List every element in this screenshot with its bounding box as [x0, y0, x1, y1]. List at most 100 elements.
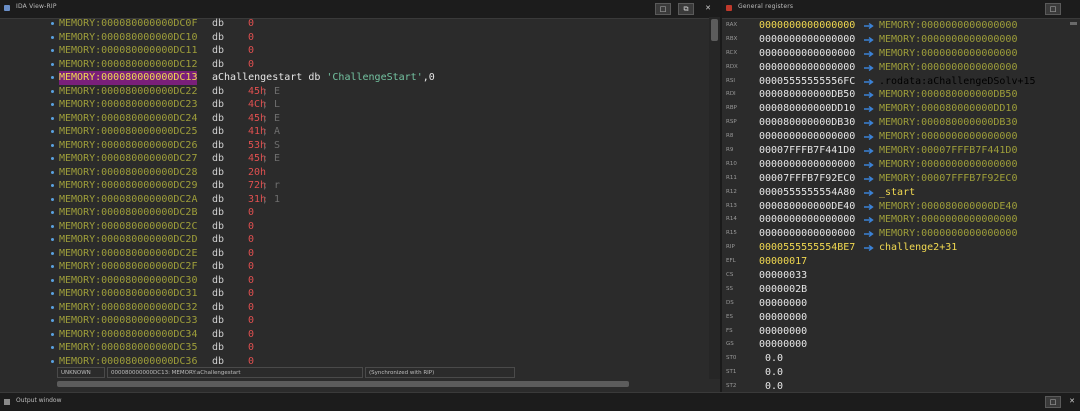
registers-maximize-button[interactable]: □ — [1045, 3, 1061, 15]
disassembly-line[interactable]: MEMORY:000080000000DC2B db 0 — [0, 206, 708, 220]
disassembly-line[interactable]: MEMORY:000080000000DC2F db 0 — [0, 260, 708, 274]
register-value[interactable]: 000080000000DB50 — [759, 88, 855, 102]
register-value[interactable]: 0000000000000000 — [759, 33, 855, 47]
line-address[interactable]: MEMORY:000080000000DC2B — [59, 206, 197, 220]
breakpoint-dot-icon[interactable] — [51, 143, 54, 147]
line-address[interactable]: MEMORY:000080000000DC22 — [59, 85, 197, 99]
register-row[interactable]: CS 00000033 — [722, 269, 1080, 283]
register-value[interactable]: 00000000 — [759, 297, 807, 311]
register-value[interactable]: 0000555555554A80 — [759, 186, 855, 200]
line-address[interactable]: MEMORY:000080000000DC27 — [59, 152, 197, 166]
jump-arrow-icon[interactable] — [863, 245, 874, 252]
register-target[interactable]: MEMORY:0000000000000000 — [879, 158, 1017, 172]
register-target[interactable]: MEMORY:00007FFFB7F92EC0 — [879, 172, 1017, 186]
register-target[interactable]: MEMORY:000080000000DE40 — [879, 200, 1017, 214]
register-row[interactable]: ES 00000000 — [722, 311, 1080, 325]
register-row[interactable]: R11 00007FFFB7F92EC0 MEMORY:00007FFFB7F92E… — [722, 172, 1080, 186]
register-target[interactable]: .rodata:aChallengeDSolv+15 — [879, 75, 1036, 89]
disassembly-line[interactable]: MEMORY:000080000000DC28 db 20h — [0, 166, 708, 180]
register-value[interactable]: 0000000000000000 — [759, 158, 855, 172]
breakpoint-dot-icon[interactable] — [51, 49, 54, 52]
breakpoint-dot-icon[interactable] — [51, 184, 54, 187]
register-target[interactable]: _start — [879, 186, 915, 200]
register-value[interactable]: 00007FFFB7F441D0 — [759, 144, 855, 158]
line-address[interactable]: MEMORY:000080000000DC26 — [59, 139, 197, 153]
line-address[interactable]: MEMORY:000080000000DC2F — [59, 260, 197, 274]
disassembly-line[interactable]: MEMORY:000080000000DC29 db 72h; r — [0, 179, 708, 193]
jump-arrow-icon[interactable] — [863, 217, 874, 224]
register-row[interactable]: R15 0000000000000000 MEMORY:00000000000000… — [722, 227, 1080, 241]
breakpoint-dot-icon[interactable] — [51, 116, 54, 120]
register-value[interactable]: 0000000000000000 — [759, 19, 855, 33]
output-maximize-button[interactable]: □ — [1045, 396, 1061, 408]
line-address[interactable]: MEMORY:000080000000DC33 — [59, 314, 197, 328]
register-target[interactable]: MEMORY:000080000000DD10 — [879, 102, 1017, 116]
ida-view-close-button[interactable]: ✕ — [701, 3, 715, 15]
register-value[interactable]: 00000000 — [759, 338, 807, 352]
line-address[interactable]: MEMORY:000080000000DC13 — [59, 71, 198, 85]
register-value[interactable]: 00007FFFB7F92EC0 — [759, 172, 855, 186]
disassembly-line[interactable]: MEMORY:000080000000DC34 db 0 — [0, 328, 708, 342]
breakpoint-dot-icon[interactable] — [51, 238, 54, 241]
register-value[interactable]: 00000000 — [759, 311, 807, 325]
line-address[interactable]: MEMORY:000080000000DC2C — [59, 220, 197, 234]
line-address[interactable]: MEMORY:000080000000DC34 — [59, 328, 197, 342]
register-row[interactable]: EFL 00000017 — [722, 255, 1080, 269]
register-target[interactable]: MEMORY:00007FFFB7F441D0 — [879, 144, 1017, 158]
disassembly-line[interactable]: MEMORY:000080000000DC12 db 0 — [0, 58, 708, 72]
line-address[interactable]: MEMORY:000080000000DC29 — [59, 179, 197, 193]
breakpoint-dot-icon[interactable] — [51, 197, 54, 201]
disassembly-line[interactable]: MEMORY:000080000000DC36 db 0 — [0, 355, 708, 369]
disassembly-line[interactable]: MEMORY:000080000000DC22 db 45h; E — [0, 85, 708, 99]
register-value[interactable]: 0000000000000000 — [759, 130, 855, 144]
jump-arrow-icon[interactable] — [863, 36, 874, 43]
line-address[interactable]: MEMORY:000080000000DC2D — [59, 233, 197, 247]
ida-view-maximize-button[interactable]: □ — [655, 3, 671, 15]
register-row[interactable]: DS 00000000 — [722, 297, 1080, 311]
register-target[interactable]: MEMORY:000080000000DB50 — [879, 88, 1017, 102]
line-address[interactable]: MEMORY:000080000000DC2A — [59, 193, 197, 207]
breakpoint-dot-icon[interactable] — [51, 224, 54, 228]
line-address[interactable]: MEMORY:000080000000DC31 — [59, 287, 197, 301]
line-address[interactable]: MEMORY:000080000000DC0F — [59, 17, 197, 31]
ida-view-vertical-scrollbar[interactable] — [709, 17, 720, 379]
register-row[interactable]: R8 0000000000000000 MEMORY:000000000000000… — [722, 130, 1080, 144]
register-row[interactable]: ST1 0.0 — [722, 366, 1080, 380]
breakpoint-dot-icon[interactable] — [51, 62, 54, 66]
register-value[interactable]: 0.0 — [759, 366, 783, 380]
breakpoint-dot-icon[interactable] — [51, 157, 54, 160]
jump-arrow-icon[interactable] — [863, 203, 874, 210]
register-value[interactable]: 00000000 — [759, 325, 807, 339]
register-value[interactable]: 0000000000000000 — [759, 213, 855, 227]
scrollbar-thumb[interactable] — [1070, 22, 1077, 25]
jump-arrow-icon[interactable] — [863, 231, 874, 238]
breakpoint-dot-icon[interactable] — [51, 22, 54, 25]
register-row[interactable]: RCX 0000000000000000 MEMORY:00000000000000… — [722, 47, 1080, 61]
line-address[interactable]: MEMORY:000080000000DC12 — [59, 58, 197, 72]
disassembly-line[interactable]: MEMORY:000080000000DC32 db 0 — [0, 301, 708, 315]
disassembly-line[interactable]: MEMORY:000080000000DC10 db 0 — [0, 31, 708, 45]
string-label[interactable]: aChallengestart db — [212, 72, 326, 83]
register-target[interactable]: MEMORY:0000000000000000 — [879, 61, 1017, 75]
register-target[interactable]: MEMORY:0000000000000000 — [879, 47, 1017, 61]
register-row[interactable]: SS 0000002B — [722, 283, 1080, 297]
line-address[interactable]: MEMORY:000080000000DC11 — [59, 44, 197, 58]
register-row[interactable]: FS 00000000 — [722, 325, 1080, 339]
register-row[interactable]: GS 00000000 — [722, 338, 1080, 352]
string-definition[interactable]: aChallengestart db 'ChallengeStart',0 — [212, 71, 435, 85]
register-row[interactable]: R12 0000555555554A80 _start — [722, 186, 1080, 200]
disassembly-line[interactable]: MEMORY:000080000000DC30 db 0 — [0, 274, 708, 288]
breakpoint-dot-icon[interactable] — [51, 292, 54, 295]
register-row[interactable]: R14 0000000000000000 MEMORY:00000000000000… — [722, 213, 1080, 227]
disassembly-line[interactable]: MEMORY:000080000000DC2C db 0 — [0, 220, 708, 234]
register-row[interactable]: RAX 0000000000000000 MEMORY:00000000000000… — [722, 19, 1080, 33]
register-target[interactable]: MEMORY:0000000000000000 — [879, 130, 1017, 144]
disassembly-line[interactable]: MEMORY:000080000000DC25 db 41h; A — [0, 125, 708, 139]
disassembly-line[interactable]: MEMORY:000080000000DC11 db 0 — [0, 44, 708, 58]
line-address[interactable]: MEMORY:000080000000DC24 — [59, 112, 197, 126]
disassembly-line[interactable]: MEMORY:000080000000DC0F db 0 — [0, 17, 708, 31]
line-address[interactable]: MEMORY:000080000000DC28 — [59, 166, 197, 180]
register-value[interactable]: 000080000000DE40 — [759, 200, 855, 214]
ida-view-float-button[interactable]: ⧉ — [678, 3, 694, 15]
jump-arrow-icon[interactable] — [863, 23, 874, 29]
